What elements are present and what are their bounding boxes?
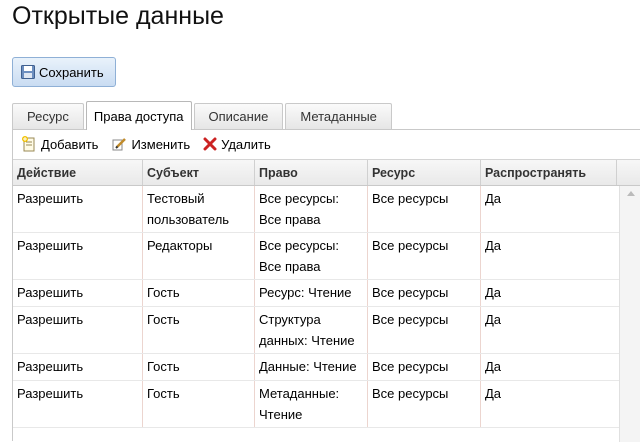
add-document-icon (22, 136, 35, 152)
column-header-action[interactable]: Действие (13, 160, 143, 185)
cell-subject: Тестовый пользователь (143, 186, 255, 232)
cell-subject: Гость (143, 280, 255, 306)
scroll-up-arrow-icon[interactable] (627, 191, 635, 196)
cell-action: Разрешить (13, 354, 143, 380)
tab-bar: Ресурс Права доступа Описание Метаданные (12, 101, 394, 130)
cell-right: Все ресурсы: Все права (255, 186, 368, 232)
cell-resource: Все ресурсы (368, 381, 481, 427)
table-row[interactable]: Разрешить Гость Метаданные: Чтение Все р… (13, 381, 619, 428)
table-row[interactable]: Разрешить Редакторы Все ресурсы: Все пра… (13, 233, 619, 280)
cell-right: Данные: Чтение (255, 354, 368, 380)
cell-right: Ресурс: Чтение (255, 280, 368, 306)
add-button[interactable]: Добавить (21, 136, 98, 152)
edit-button[interactable]: Изменить (111, 136, 190, 152)
column-header-subject[interactable]: Субъект (143, 160, 255, 185)
grid-body: Разрешить Тестовый пользователь Все ресу… (13, 186, 619, 442)
cell-action: Разрешить (13, 307, 143, 353)
cell-propagate: Да (485, 191, 502, 206)
cell-subject: Гость (143, 307, 255, 353)
cell-action: Разрешить (13, 233, 143, 279)
tab-metadata[interactable]: Метаданные (285, 103, 392, 129)
cell-action: Разрешить (13, 280, 143, 306)
cell-propagate: Да (485, 238, 502, 253)
cell-resource: Все ресурсы (368, 186, 481, 232)
cell-action: Разрешить (13, 381, 143, 427)
cell-subject: Гость (143, 354, 255, 380)
vertical-scrollbar[interactable] (619, 186, 640, 442)
cell-resource: Все ресурсы (368, 354, 481, 380)
grid-header: Действие Субъект Право Ресурс Распростра… (13, 159, 640, 186)
floppy-disk-icon (21, 65, 35, 79)
delete-x-icon (203, 137, 217, 151)
cell-subject: Гость (143, 381, 255, 427)
cell-subject: Редакторы (143, 233, 255, 279)
cell-right: Структура данных: Чтение (255, 307, 368, 353)
cell-propagate: Да (485, 312, 502, 327)
table-row[interactable]: Разрешить Гость Структура данных: Чтение… (13, 307, 619, 354)
cell-resource: Все ресурсы (368, 307, 481, 353)
cell-right: Метаданные: Чтение (255, 381, 368, 427)
save-button[interactable]: Сохранить (12, 57, 116, 87)
tab-resource[interactable]: Ресурс (12, 103, 84, 129)
column-header-resource[interactable]: Ресурс (368, 160, 481, 185)
cell-propagate: Да (485, 386, 502, 401)
page-title: Открытые данные (12, 2, 224, 30)
tab-description[interactable]: Описание (193, 103, 284, 129)
table-row[interactable]: Разрешить Гость Ресурс: Чтение Все ресур… (13, 280, 619, 307)
cell-resource: Все ресурсы (368, 280, 481, 306)
cell-action: Разрешить (13, 186, 143, 232)
cell-propagate: Да (485, 285, 502, 300)
table-row[interactable]: Разрешить Тестовый пользователь Все ресу… (13, 186, 619, 233)
table-row[interactable]: Разрешить Гость Данные: Чтение Все ресур… (13, 354, 619, 381)
delete-button[interactable]: Удалить (203, 137, 271, 152)
edit-pencil-icon (112, 138, 127, 151)
tab-access-rights[interactable]: Права доступа (85, 101, 192, 130)
toolbar: Добавить Изменить Удалить (13, 130, 640, 158)
cell-resource: Все ресурсы (368, 233, 481, 279)
access-rights-panel: Добавить Изменить Удалить Действие Субъе… (12, 129, 640, 442)
column-header-right[interactable]: Право (255, 160, 368, 185)
cell-propagate: Да (485, 359, 502, 374)
cell-right: Все ресурсы: Все права (255, 233, 368, 279)
save-button-label: Сохранить (39, 64, 104, 80)
column-header-propagate[interactable]: Распространять (481, 160, 617, 185)
